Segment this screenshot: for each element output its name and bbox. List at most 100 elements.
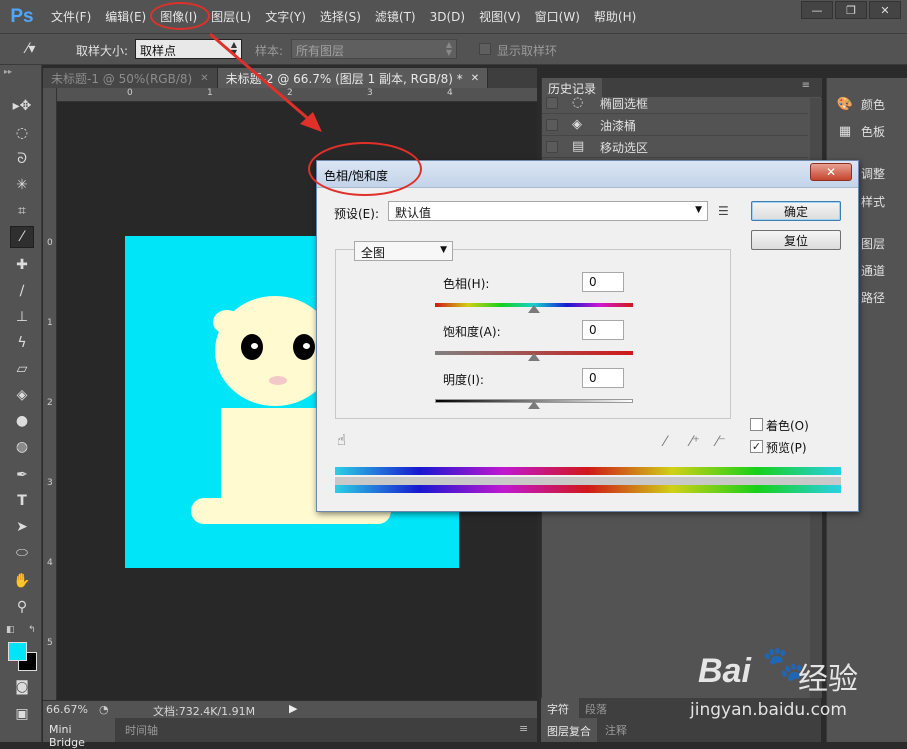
lightness-input[interactable]: 0 bbox=[582, 368, 624, 388]
menu-select[interactable]: 选择(S) bbox=[313, 0, 368, 33]
colorize-checkbox[interactable] bbox=[750, 418, 763, 431]
reset-button[interactable]: 复位 bbox=[751, 230, 841, 250]
tab-document-1[interactable]: 未标题-1 @ 50%(RGB/8) ✕ bbox=[43, 68, 218, 88]
panel-menu-icon[interactable]: ≡ bbox=[802, 80, 810, 91]
hue-input[interactable]: 0 bbox=[582, 272, 624, 292]
hand-tool-icon[interactable]: ✋ bbox=[10, 570, 34, 592]
status-menu-arrow-icon[interactable]: ▶ bbox=[289, 702, 297, 715]
foreground-color-swatch[interactable] bbox=[8, 642, 27, 661]
ok-button[interactable]: 确定 bbox=[751, 201, 841, 221]
lightness-slider-thumb[interactable] bbox=[528, 401, 540, 409]
history-item[interactable]: ◌ 椭圆选框 bbox=[542, 92, 808, 114]
eyedropper-tool-preset-icon[interactable]: ⁄▾ bbox=[26, 41, 35, 57]
default-colors-icon[interactable]: ◧ bbox=[6, 625, 15, 635]
hue-slider-thumb[interactable] bbox=[528, 305, 540, 313]
colorize-label: 着色(O) bbox=[766, 419, 809, 433]
healing-brush-tool-icon[interactable]: ✚ bbox=[10, 254, 34, 276]
ruler-tick: 0 bbox=[127, 88, 133, 98]
tab-layer-comps[interactable]: 图层复合 bbox=[541, 718, 597, 742]
ruler-tick: 1 bbox=[47, 318, 53, 328]
adjustment-group bbox=[335, 249, 731, 419]
move-tool-icon[interactable]: ▸✥ bbox=[10, 95, 34, 117]
swap-colors-icon[interactable]: ↰ bbox=[28, 625, 36, 635]
preset-select[interactable]: 默认值 ▼ bbox=[388, 201, 708, 221]
eraser-tool-icon[interactable]: ▱ bbox=[10, 358, 34, 380]
paint-bucket-tool-icon[interactable]: ◈ bbox=[10, 384, 34, 406]
history-snapshot-checkbox[interactable] bbox=[546, 119, 558, 131]
menu-3d[interactable]: 3D(D) bbox=[423, 0, 472, 33]
range-bar[interactable] bbox=[335, 477, 841, 485]
menu-file[interactable]: 文件(F) bbox=[44, 0, 98, 33]
ellipse-tool-icon[interactable]: ⬭ bbox=[10, 542, 34, 564]
dialog-close-button[interactable]: ✕ bbox=[810, 163, 852, 181]
dropdown-arrow-icon: ▼ bbox=[695, 205, 702, 215]
tab-mini-bridge[interactable]: Mini Bridge bbox=[43, 718, 115, 749]
updown-icon: ▲ ▼ bbox=[445, 40, 452, 57]
history-item-label: 椭圆选框 bbox=[600, 97, 649, 111]
blur-tool-icon[interactable]: ● bbox=[10, 410, 34, 432]
menu-filter[interactable]: 滤镜(T) bbox=[368, 0, 423, 33]
quick-mask-icon[interactable]: ◙ bbox=[10, 676, 34, 698]
minimize-button[interactable]: — bbox=[801, 1, 833, 19]
menu-help[interactable]: 帮助(H) bbox=[587, 0, 643, 33]
crop-tool-icon[interactable]: ⌗ bbox=[10, 200, 34, 222]
annotation-arrow-line bbox=[209, 32, 313, 124]
collapse-icon[interactable]: ▸▸ bbox=[4, 67, 12, 76]
share-icon[interactable]: ◔ bbox=[99, 703, 109, 716]
document-info: 文档:732.4K/1.91M bbox=[153, 705, 256, 718]
bear-blush bbox=[269, 376, 287, 385]
menu-edit[interactable]: 编辑(E) bbox=[98, 0, 153, 33]
clone-stamp-tool-icon[interactable]: ⊥ bbox=[10, 306, 34, 328]
targeted-adjustment-hand-icon[interactable]: ☝ bbox=[337, 431, 346, 449]
type-tool-icon[interactable]: T bbox=[10, 490, 34, 512]
marquee-tool-icon[interactable]: ◌ bbox=[10, 122, 34, 144]
tab-notes[interactable]: 注释 bbox=[605, 722, 627, 738]
menu-view[interactable]: 视图(V) bbox=[472, 0, 528, 33]
history-snapshot-checkbox[interactable] bbox=[546, 141, 558, 153]
tab-paragraph[interactable]: 段落 bbox=[585, 701, 607, 717]
dock-color[interactable]: 🎨 颜色 bbox=[835, 96, 885, 113]
magic-wand-tool-icon[interactable]: ✳ bbox=[10, 174, 34, 196]
restore-button[interactable]: ❐ bbox=[835, 1, 867, 19]
preset-options-icon[interactable]: ☰ bbox=[718, 204, 729, 218]
show-ring-checkbox[interactable] bbox=[479, 43, 491, 55]
eyedropper-tool-icon[interactable]: ⁄ bbox=[10, 226, 34, 248]
zoom-tool-icon[interactable]: ⚲ bbox=[10, 596, 34, 618]
tab-character[interactable]: 字符 bbox=[541, 698, 579, 718]
close-icon[interactable]: ✕ bbox=[471, 73, 479, 84]
path-selection-tool-icon[interactable]: ➤ bbox=[10, 516, 34, 538]
dock-label: 颜色 bbox=[861, 98, 886, 112]
preset-label: 预设(E): bbox=[334, 207, 379, 221]
dodge-tool-icon[interactable]: ◍ bbox=[10, 436, 34, 458]
annotation-ring-image-menu bbox=[150, 2, 210, 30]
eyedropper-icon[interactable]: ⁄ bbox=[664, 434, 666, 450]
close-window-button[interactable]: ✕ bbox=[869, 1, 901, 19]
lasso-tool-icon[interactable]: ᘐ bbox=[10, 148, 34, 170]
dock-label: 调整 bbox=[861, 167, 886, 181]
watermark-brand-2: 经验 bbox=[798, 662, 858, 697]
menu-layer[interactable]: 图层(L) bbox=[204, 0, 258, 33]
eyedropper-minus-icon[interactable]: ⁄⁻ bbox=[716, 434, 726, 450]
history-snapshot-checkbox[interactable] bbox=[546, 97, 558, 109]
preview-checkbox[interactable]: ✓ bbox=[750, 440, 763, 453]
tab-timeline[interactable]: 时间轴 bbox=[125, 722, 158, 738]
brush-tool-icon[interactable]: ∕ bbox=[10, 280, 34, 302]
history-item[interactable]: ▤ 移动选区 bbox=[542, 136, 808, 158]
channel-select[interactable]: 全图 ▼ bbox=[354, 241, 453, 261]
eyedropper-plus-icon[interactable]: ⁄⁺ bbox=[690, 434, 700, 450]
hue-saturation-dialog: 色相/饱和度 ✕ 预设(E): 默认值 ▼ ☰ 确定 复位 全图 ▼ 色相(H)… bbox=[316, 160, 859, 512]
zoom-level[interactable]: 66.67% bbox=[46, 703, 88, 716]
menu-window[interactable]: 窗口(W) bbox=[528, 0, 587, 33]
history-item[interactable]: ◈ 油漆桶 bbox=[542, 114, 808, 136]
menu-type[interactable]: 文字(Y) bbox=[258, 0, 313, 33]
history-brush-tool-icon[interactable]: ϟ bbox=[10, 332, 34, 354]
panel-menu-icon[interactable]: ≡ bbox=[519, 722, 528, 735]
lightness-label: 明度(I): bbox=[443, 373, 484, 387]
ruler-tick: 4 bbox=[47, 558, 53, 568]
pen-tool-icon[interactable]: ✒ bbox=[10, 464, 34, 486]
saturation-slider-thumb[interactable] bbox=[528, 353, 540, 361]
saturation-label: 饱和度(A): bbox=[443, 325, 501, 339]
dock-swatches[interactable]: ▦ 色板 bbox=[835, 123, 885, 140]
saturation-input[interactable]: 0 bbox=[582, 320, 624, 340]
screen-mode-icon[interactable]: ▣ bbox=[10, 703, 34, 725]
